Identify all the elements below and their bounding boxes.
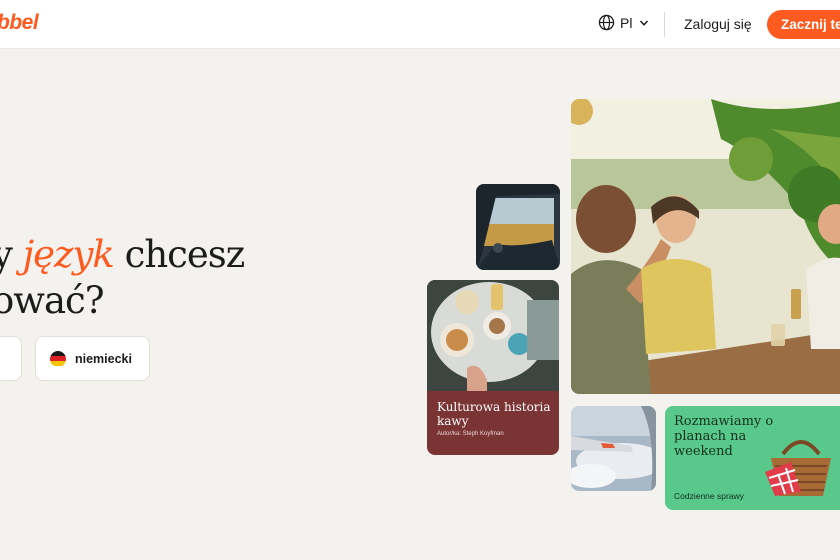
language-card-german[interactable]: niemiecki <box>35 336 150 381</box>
start-button[interactable]: Zacznij te <box>767 10 840 39</box>
weekend-lesson-card[interactable]: Rozmawiamy o planach na weekend Codzienn… <box>665 406 840 510</box>
top-nav: bbel Pl Zaloguj się Zacznij te <box>0 0 840 49</box>
coffee-card-author: Autor/ka: Steph Koyfman <box>437 431 504 437</box>
germany-flag-icon <box>50 350 66 367</box>
airplane-window-photo <box>571 406 656 491</box>
language-card[interactable] <box>0 336 22 381</box>
picnic-basket-icon <box>765 440 831 496</box>
language-switcher[interactable]: Pl <box>598 14 649 31</box>
language-label: Pl <box>620 14 633 31</box>
language-name: niemiecki <box>75 351 132 366</box>
friends-photo <box>571 99 840 394</box>
logo[interactable]: bbel <box>0 11 39 35</box>
headline-line-1: y język chcesz <box>0 232 246 278</box>
coffee-card-title: Kulturowa historia kawy <box>437 400 551 428</box>
chevron-down-icon <box>640 19 649 26</box>
headline-post: chcesz <box>113 233 246 276</box>
weekend-card-title: Rozmawiamy o planach na weekend <box>674 414 774 459</box>
hero-headline: y język chcesz ować? <box>0 232 246 324</box>
car-window-photo <box>476 184 560 270</box>
headline-accent: język <box>22 233 115 276</box>
headline-line-2: ować? <box>0 279 105 322</box>
nav-divider <box>664 12 665 37</box>
headline-pre: y <box>0 233 13 276</box>
globe-icon <box>598 14 615 31</box>
weekend-card-subtitle: Codzienne sprawy <box>674 491 744 501</box>
coffee-photo <box>427 280 559 391</box>
login-link[interactable]: Zaloguj się <box>684 16 752 32</box>
coffee-story-card[interactable]: Kulturowa historia kawy Autor/ka: Steph … <box>427 280 559 455</box>
